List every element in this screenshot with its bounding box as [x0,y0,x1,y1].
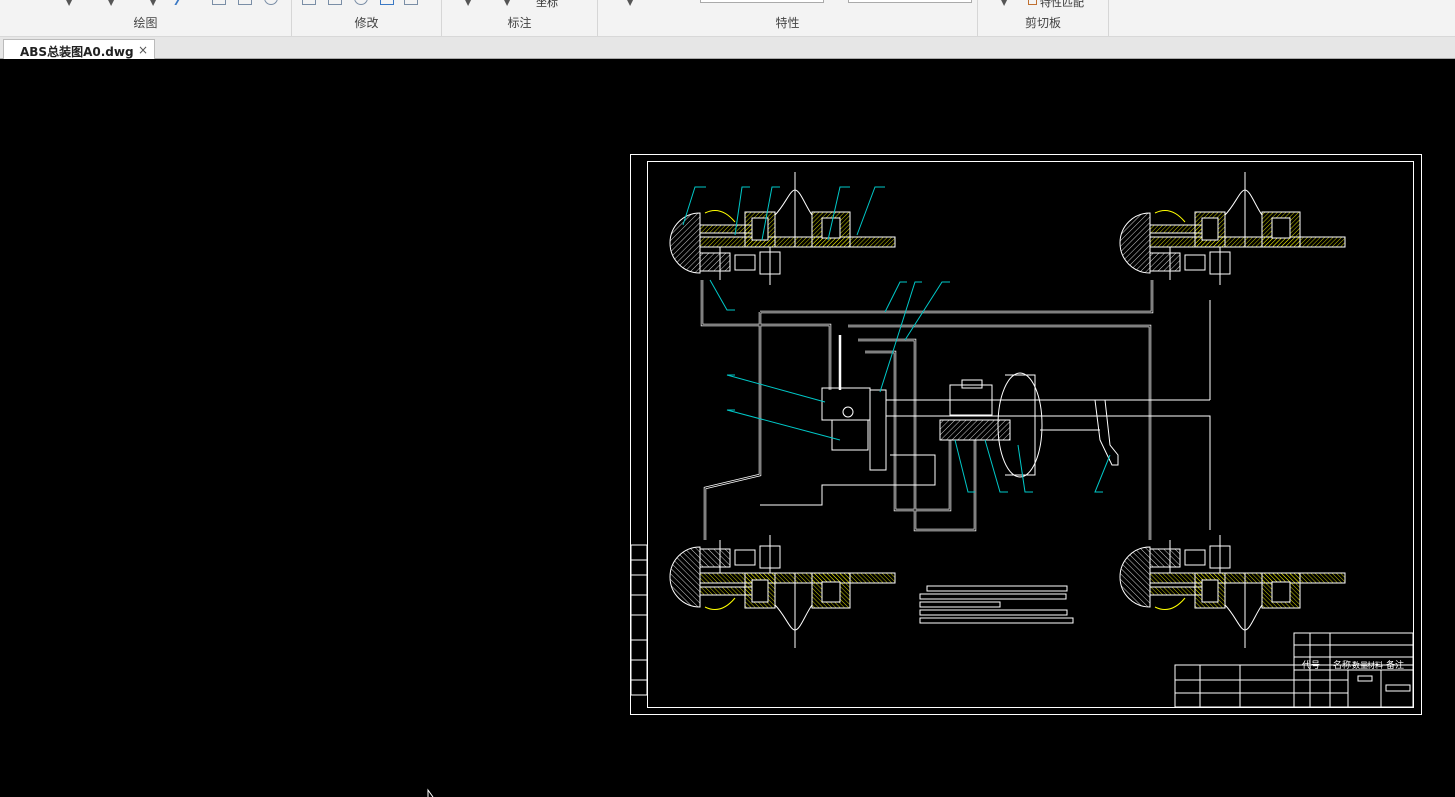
dropdown-arrow-icon[interactable]: ▼ [504,0,510,7]
ribbon-group-label: 修改 [354,16,379,30]
parts-list-small [919,585,1074,624]
dropdown-arrow-icon[interactable]: ▼ [465,0,471,7]
close-icon[interactable]: × [138,43,148,57]
dropdown-arrow-icon[interactable]: ▼ [108,0,114,7]
hatch-tool-icon[interactable] [212,0,226,5]
array-tool-icon[interactable] [404,0,418,5]
title-block-header: 材料 [1367,660,1383,670]
master-cylinder-booster [939,372,1119,478]
cad-drawing: 代号 名称 数量 材料 备注 [427,154,1422,797]
ribbon-group-label: 标注 [507,16,532,30]
stretch-tool-icon[interactable] [302,0,316,5]
ribbon: ▼ ▼ ▼ 绘图 修改 ▼ ▼ 坐标 标注 ▼ 特性 ▼ 特性匹配 剪切板 [0,0,1455,37]
match-properties-button[interactable]: 特性匹配 [1040,0,1084,10]
rotate-tool-icon[interactable] [354,0,368,5]
brake-pipes [700,280,1154,540]
wheel-rear-left [669,534,896,649]
ribbon-group-draw: ▼ ▼ ▼ 绘图 [0,0,292,36]
scale-tool-icon[interactable] [328,0,342,5]
title-block-header: 数量 [1352,660,1368,670]
brake-pipes-inner [701,280,1153,540]
wheel-front-left [669,171,896,286]
region-tool-icon[interactable] [264,0,278,5]
ribbon-group-modify: 修改 [292,0,442,36]
linetype-select[interactable] [848,0,972,3]
side-label-strip [630,544,648,696]
match-properties-icon [1028,0,1037,5]
ribbon-group-clipboard: ▼ 特性匹配 剪切板 [978,0,1109,36]
ribbon-group-label: 绘图 [133,16,158,30]
ribbon-group-dimension: ▼ ▼ 坐标 标注 [442,0,598,36]
dropdown-arrow-icon[interactable]: ▼ [66,0,72,7]
tab-label: ABS总装图A0.dwg [20,45,134,59]
title-block-header: 代号 [1302,660,1320,671]
title-block: 代号 名称 数量 材料 备注 [1174,632,1414,708]
wheel-rear-right [1119,534,1346,649]
coordinate-dim-button[interactable]: 坐标 [536,0,558,10]
dropdown-arrow-icon[interactable]: ▼ [627,0,633,7]
color-select[interactable] [700,0,824,3]
drawing-canvas[interactable]: 代号 名称 数量 材料 备注 [0,59,1455,797]
document-tab-bar: ABS总装图A0.dwg × [0,37,1455,59]
cursor-icon [427,788,434,797]
wheel-front-right [1119,171,1346,286]
block-tool-icon[interactable] [238,0,252,5]
line-tool-icon[interactable] [172,0,182,5]
title-block-header: 备注 [1386,659,1404,671]
ribbon-group-label: 剪切板 [1024,16,1061,30]
document-tab[interactable]: ABS总装图A0.dwg × [3,39,155,59]
copy-tool-icon[interactable] [380,0,394,5]
ribbon-group-label: 特性 [775,16,800,30]
dropdown-arrow-icon[interactable]: ▼ [150,0,156,7]
ribbon-group-properties: ▼ 特性 [598,0,978,36]
dropdown-arrow-icon[interactable]: ▼ [1001,0,1007,7]
title-block-header: 名称 [1333,659,1351,671]
